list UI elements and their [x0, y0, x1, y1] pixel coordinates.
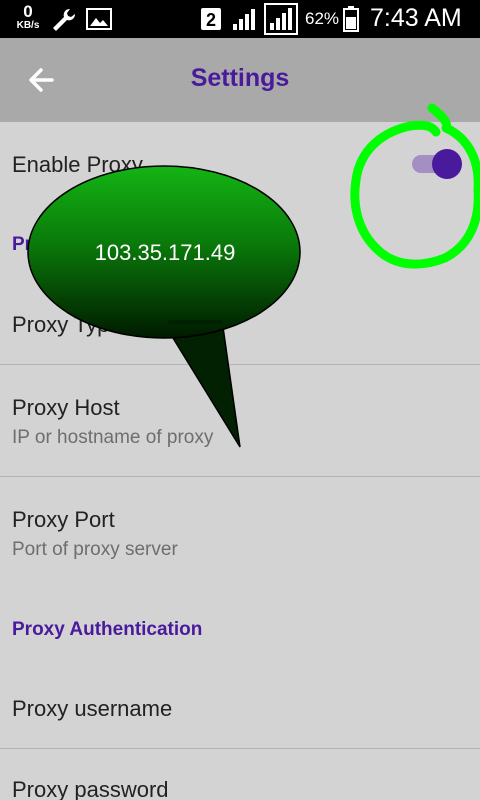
toggle-thumb — [432, 149, 462, 179]
network-speed-value: 0 — [23, 2, 33, 21]
proxy-host-summary: IP or hostname of proxy — [12, 427, 214, 448]
sim-card-icon: 2 — [201, 8, 221, 30]
wrench-icon — [53, 8, 76, 31]
proxy-username-label: Proxy username — [12, 696, 173, 721]
app-toolbar: Settings — [0, 38, 480, 122]
signal-strength-icon — [233, 9, 255, 30]
enable-proxy-label: Enable Proxy — [12, 152, 143, 177]
sim-slot-number: 2 — [206, 10, 216, 30]
image-icon — [86, 8, 112, 30]
proxy-password-label: Proxy password — [12, 777, 169, 800]
proxy-port-preference[interactable]: Proxy Port Port of proxy server — [0, 477, 480, 587]
network-speed-indicator: 0 KB/s — [12, 3, 44, 31]
network-speed-unit: KB/s — [16, 20, 40, 31]
annotation-ip-address: 103.35.171.49 — [94, 240, 236, 265]
proxy-port-label: Proxy Port — [12, 507, 115, 532]
proxy-host-label: Proxy Host — [12, 395, 120, 420]
proxy-port-summary: Port of proxy server — [12, 539, 178, 560]
proxy-username-preference[interactable]: Proxy username — [0, 660, 480, 748]
signal-strength-sim2-icon — [264, 3, 298, 35]
proxy-authentication-category-header: Proxy Authentication — [12, 619, 203, 640]
proxy-password-preference[interactable]: Proxy password — [0, 749, 480, 800]
page-title: Settings — [190, 64, 290, 92]
battery-icon — [343, 6, 359, 32]
proxy-type-preference[interactable]: Proxy Typ — [0, 276, 480, 364]
settings-screen: 0 KB/s 2 62% 7:43 AM Settings Enable Pro… — [0, 0, 480, 800]
battery-percentage: 62% — [305, 9, 340, 28]
status-bar: 0 KB/s 2 62% 7:43 AM — [0, 0, 480, 38]
clock-time: 7:43 AM — [370, 4, 462, 32]
proxy-type-label: Proxy Typ — [12, 312, 110, 337]
enable-proxy-preference[interactable]: Enable Proxy — [0, 122, 480, 206]
enable-proxy-toggle[interactable] — [410, 148, 464, 180]
proxy-host-preference[interactable]: Proxy Host IP or hostname of proxy — [0, 365, 480, 475]
